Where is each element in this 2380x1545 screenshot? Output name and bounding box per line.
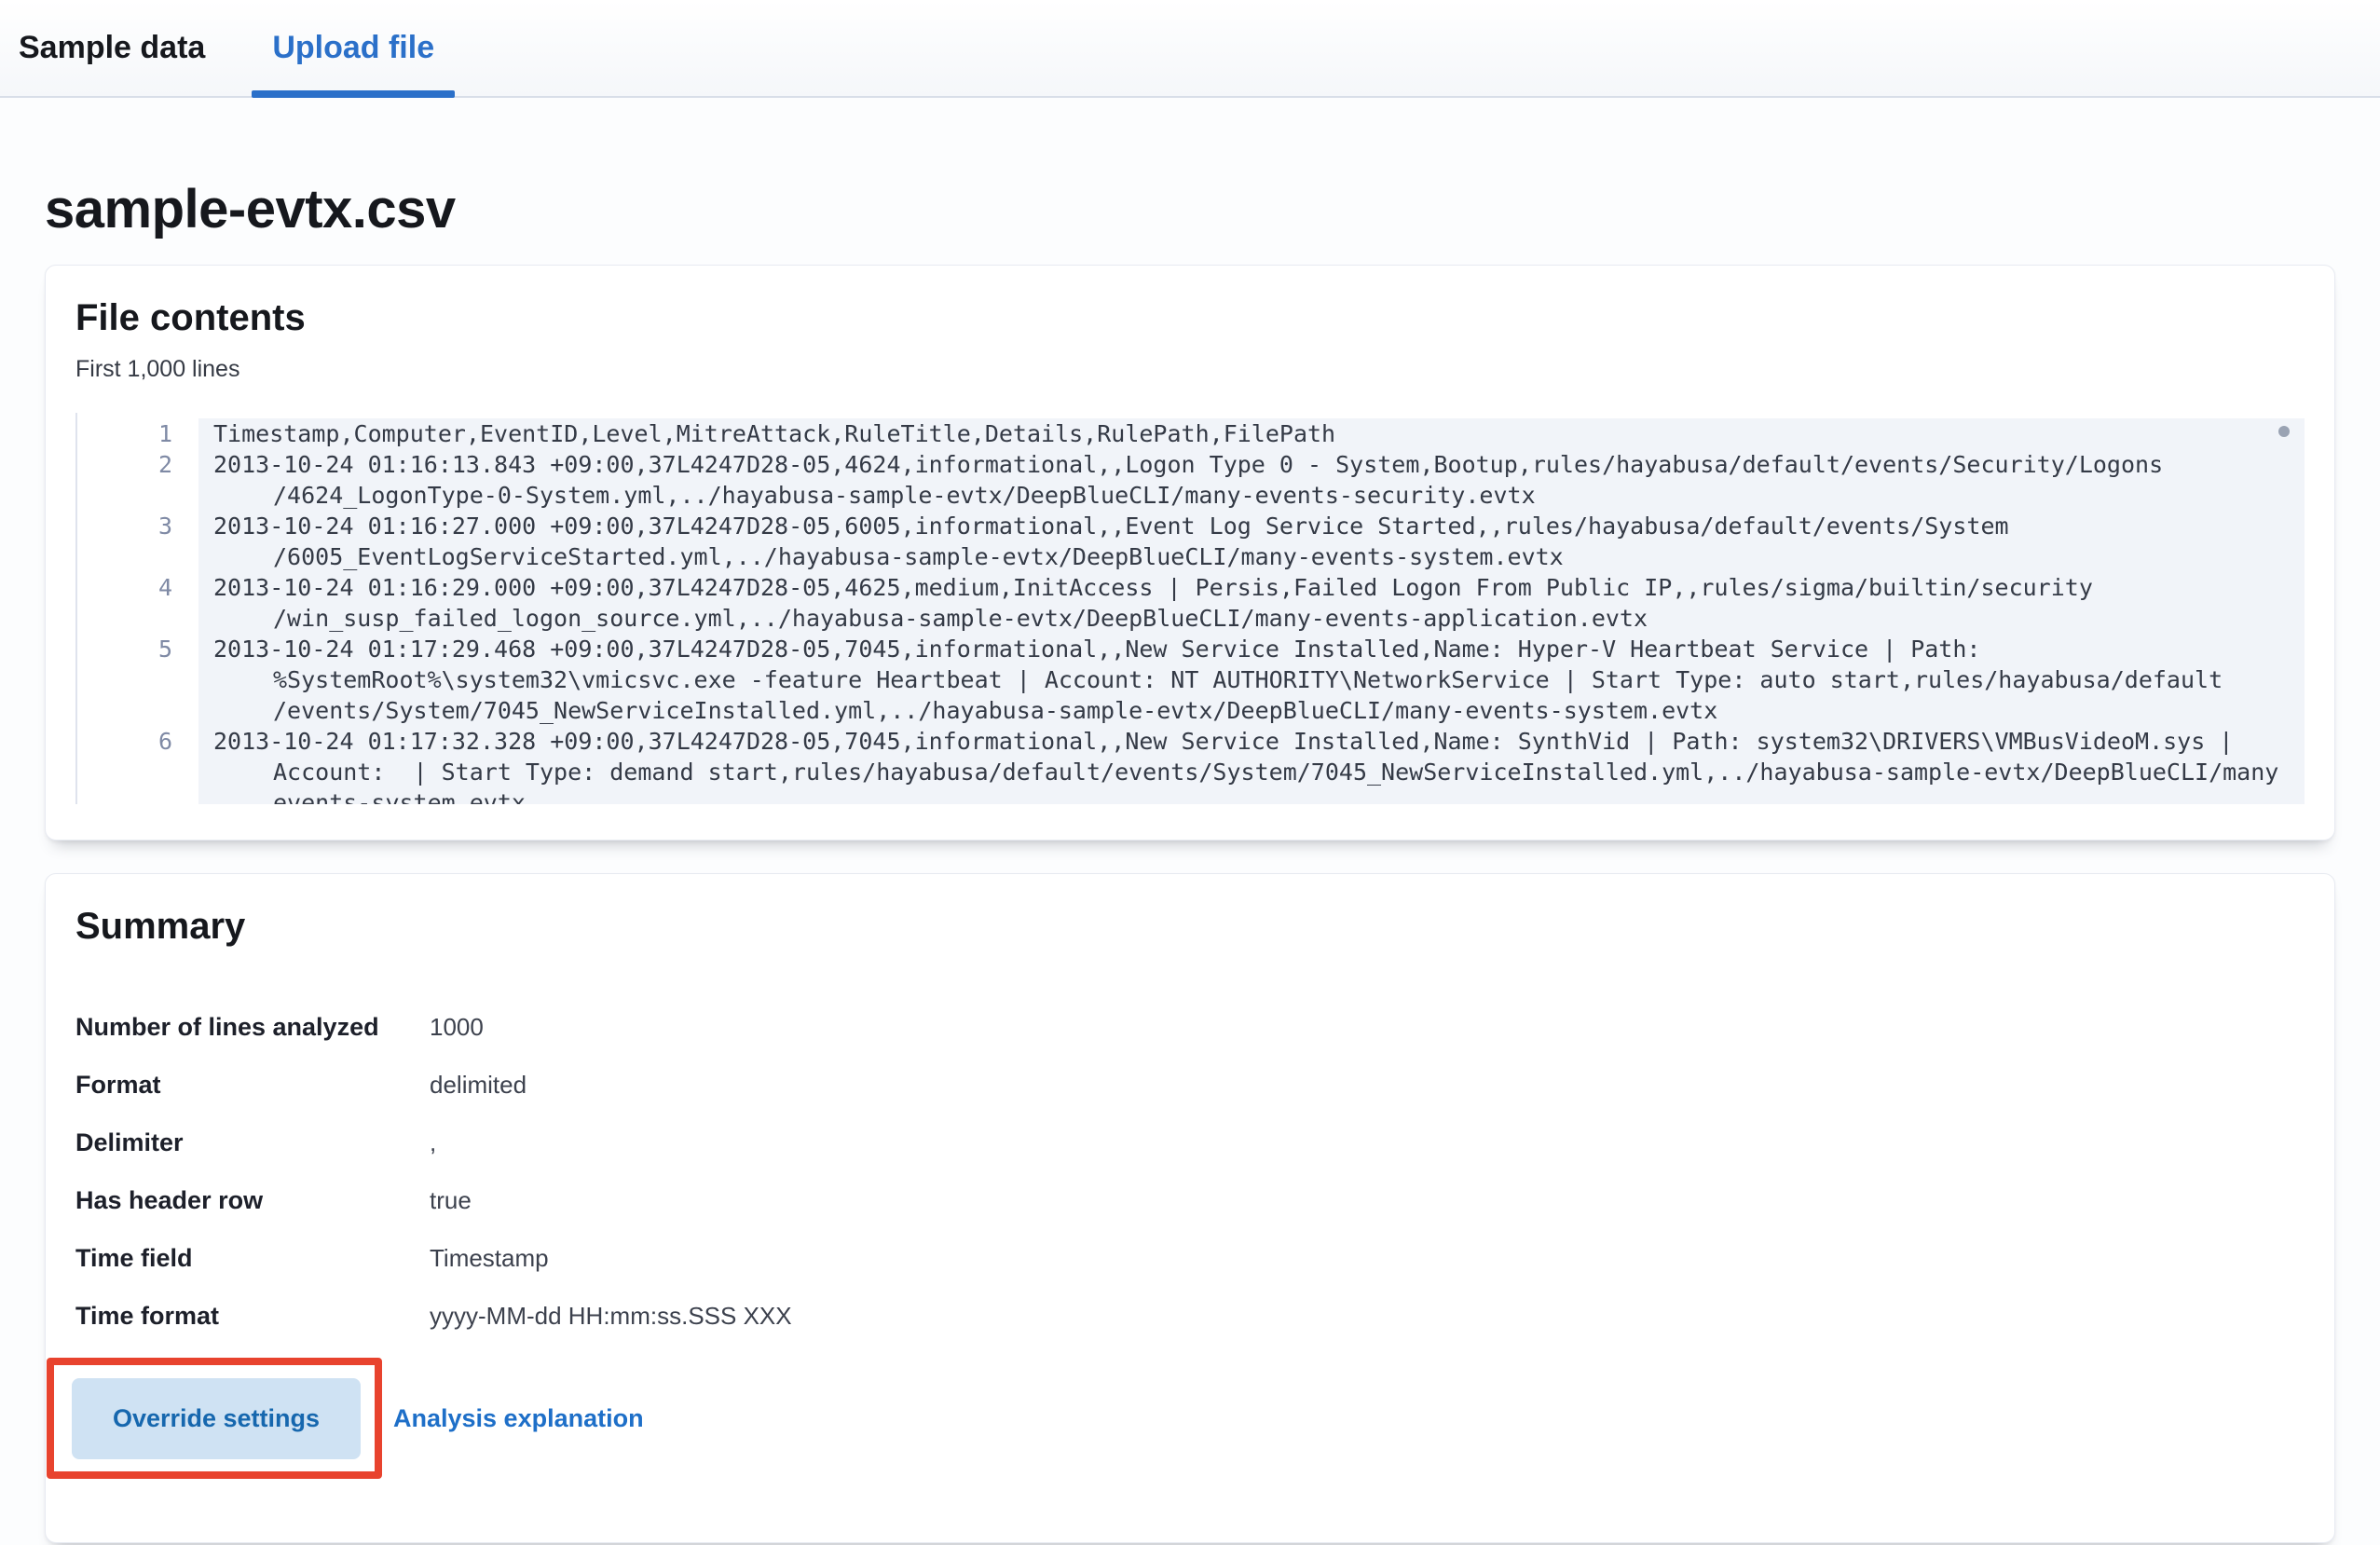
code-rows: 1Timestamp,Computer,EventID,Level,MitreA… — [77, 418, 2305, 804]
code-line-text: events-system.evtx — [198, 787, 2305, 804]
summary-value: delimited — [430, 1062, 2305, 1107]
summary-label: Time format — [75, 1293, 383, 1338]
code-line-text: /4624_LogonType-0-System.yml,../hayabusa… — [198, 480, 2305, 511]
line-number: 5 — [77, 634, 198, 664]
summary-heading: Summary — [75, 904, 2305, 949]
line-number — [77, 541, 198, 572]
summary-label: Delimiter — [75, 1120, 383, 1165]
line-number: 3 — [77, 511, 198, 541]
code-line-text: /6005_EventLogServiceStarted.yml,../haya… — [198, 541, 2305, 572]
tab-upload-file-label: Upload file — [272, 30, 434, 66]
code-line: 1Timestamp,Computer,EventID,Level,MitreA… — [77, 418, 2305, 449]
code-line: 52013-10-24 01:17:29.468 +09:00,37L4247D… — [77, 634, 2305, 664]
code-line-text: %SystemRoot%\system32\vmicsvc.exe -featu… — [198, 664, 2305, 695]
code-line-text: 2013-10-24 01:16:13.843 +09:00,37L4247D2… — [198, 449, 2305, 480]
code-line: /4624_LogonType-0-System.yml,../hayabusa… — [77, 480, 2305, 511]
scrollbar-thumb[interactable] — [2278, 426, 2290, 437]
line-number — [77, 787, 198, 804]
summary-value: Timestamp — [430, 1236, 2305, 1280]
code-line: 22013-10-24 01:16:13.843 +09:00,37L4247D… — [77, 449, 2305, 480]
line-number: 6 — [77, 726, 198, 757]
tab-bar: Sample data Upload file — [0, 0, 2380, 98]
code-line: 62013-10-24 01:17:32.328 +09:00,37L4247D… — [77, 726, 2305, 757]
summary-list: Number of lines analyzed 1000 Format delimi… — [75, 1005, 2305, 1338]
summary-value: , — [430, 1120, 2305, 1165]
tab-sample-data[interactable]: Sample data — [19, 0, 226, 96]
code-line-text: Timestamp,Computer,EventID,Level,MitreAt… — [198, 418, 2305, 449]
file-contents-panel: File contents First 1,000 lines 1Timesta… — [45, 265, 2335, 841]
page-title: sample-evtx.csv — [45, 177, 2335, 242]
page-content: sample-evtx.csv File contents First 1,00… — [0, 177, 2380, 1543]
code-line: /events/System/7045_NewServiceInstalled.… — [77, 695, 2305, 726]
line-number: 1 — [77, 418, 198, 449]
line-number: 2 — [77, 449, 198, 480]
code-line-text: 2013-10-24 01:16:29.000 +09:00,37L4247D2… — [198, 572, 2305, 603]
summary-label: Format — [75, 1062, 383, 1107]
code-line-text: /win_susp_failed_logon_source.yml,../hay… — [198, 603, 2305, 634]
summary-panel: Summary Number of lines analyzed 1000 Form… — [45, 873, 2335, 1543]
file-contents-subtitle: First 1,000 lines — [75, 353, 2305, 385]
summary-actions-row: Override settings Analysis explanation — [75, 1358, 2305, 1479]
tab-sample-data-label: Sample data — [19, 30, 205, 66]
summary-label: Time field — [75, 1236, 383, 1280]
code-line-text: 2013-10-24 01:16:27.000 +09:00,37L4247D2… — [198, 511, 2305, 541]
line-number — [77, 603, 198, 634]
summary-label: Has header row — [75, 1178, 383, 1223]
line-number: 4 — [77, 572, 198, 603]
file-contents-heading: File contents — [75, 295, 2305, 340]
override-settings-button[interactable]: Override settings — [72, 1378, 361, 1459]
summary-value: yyyy-MM-dd HH:mm:ss.SSS XXX — [430, 1293, 2305, 1338]
code-line-text: Account: | Start Type: demand start,rule… — [198, 757, 2305, 787]
code-line-text: /events/System/7045_NewServiceInstalled.… — [198, 695, 2305, 726]
code-line-text: 2013-10-24 01:17:29.468 +09:00,37L4247D2… — [198, 634, 2305, 664]
code-line: Account: | Start Type: demand start,rule… — [77, 757, 2305, 787]
code-line: 32013-10-24 01:16:27.000 +09:00,37L4247D… — [77, 511, 2305, 541]
active-tab-underline — [252, 90, 455, 98]
code-line: /win_susp_failed_logon_source.yml,../hay… — [77, 603, 2305, 634]
code-line: /6005_EventLogServiceStarted.yml,../haya… — [77, 541, 2305, 572]
file-preview-code-block[interactable]: 1Timestamp,Computer,EventID,Level,MitreA… — [75, 413, 2305, 804]
code-line: %SystemRoot%\system32\vmicsvc.exe -featu… — [77, 664, 2305, 695]
line-number — [77, 480, 198, 511]
line-number — [77, 695, 198, 726]
summary-label: Number of lines analyzed — [75, 1005, 383, 1049]
analysis-explanation-link[interactable]: Analysis explanation — [393, 1378, 644, 1459]
code-line-text: 2013-10-24 01:17:32.328 +09:00,37L4247D2… — [198, 726, 2305, 757]
line-number — [77, 757, 198, 787]
summary-value: 1000 — [430, 1005, 2305, 1049]
summary-value: true — [430, 1178, 2305, 1223]
line-number — [77, 664, 198, 695]
code-line: 42013-10-24 01:16:29.000 +09:00,37L4247D… — [77, 572, 2305, 603]
code-line: events-system.evtx — [77, 787, 2305, 804]
tab-upload-file[interactable]: Upload file — [252, 0, 455, 96]
